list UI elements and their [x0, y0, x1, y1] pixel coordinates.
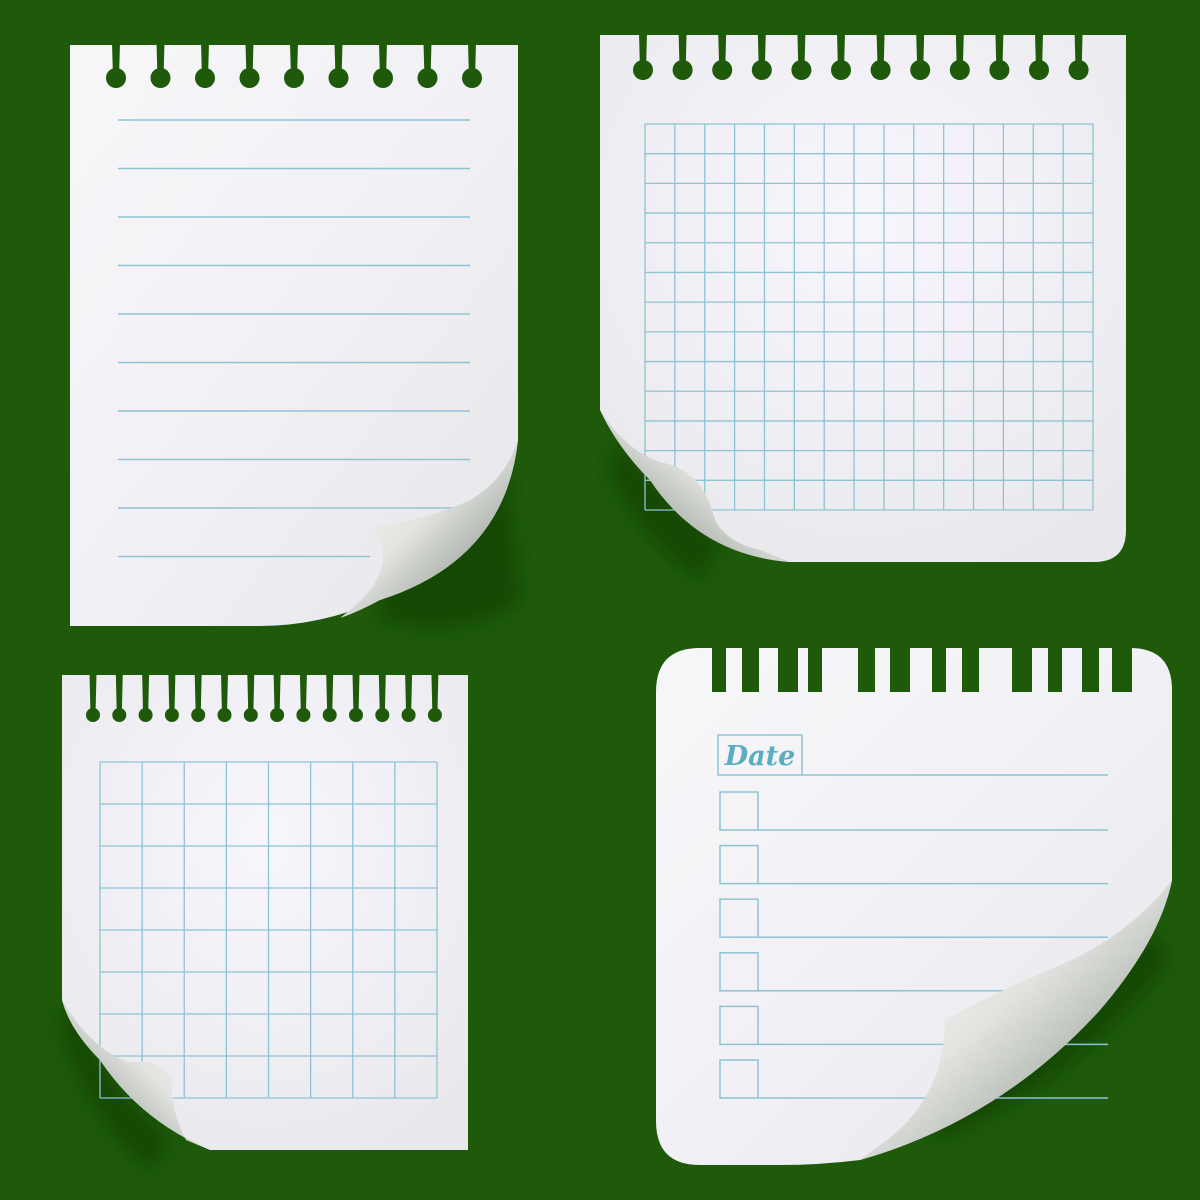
- binding-hole: [191, 708, 206, 722]
- binding-hole: [322, 708, 337, 722]
- binding-hole: [86, 708, 100, 722]
- torn-tab-gap: [890, 648, 910, 692]
- binding-hole: [375, 708, 390, 722]
- binding-hole: [217, 708, 232, 722]
- binding-hole: [401, 708, 416, 722]
- date-label: Date: [724, 741, 796, 772]
- large-grid-note: [600, 33, 1126, 580]
- binding-hole: [791, 60, 812, 80]
- torn-tab-gap: [1082, 648, 1099, 692]
- binding-hole: [284, 68, 304, 88]
- binding-hole: [462, 68, 482, 88]
- torn-tab-gap: [808, 648, 822, 692]
- notepad-illustration: Date: [0, 0, 1200, 1200]
- binding-hole: [243, 708, 258, 722]
- binding-hole: [989, 60, 1010, 80]
- binding-hole: [296, 708, 311, 722]
- lined-note: [70, 43, 520, 627]
- binding-hole: [349, 708, 363, 722]
- torn-tab-gap: [778, 648, 798, 692]
- small-grid-note: [60, 673, 468, 1170]
- binding-hole: [633, 60, 653, 80]
- lined-note-binding-holes: [106, 43, 482, 88]
- binding-hole: [270, 708, 285, 722]
- binding-hole: [1068, 60, 1089, 80]
- binding-hole: [417, 68, 438, 88]
- binding-hole: [712, 60, 733, 80]
- binding-hole: [949, 60, 970, 80]
- binding-hole: [138, 708, 153, 722]
- torn-tab-gap: [962, 648, 979, 692]
- binding-hole: [150, 68, 171, 88]
- binding-hole: [1029, 60, 1049, 80]
- binding-hole: [164, 708, 179, 722]
- binding-hole: [870, 60, 891, 80]
- torn-tab-gap: [1012, 648, 1032, 692]
- binding-hole: [239, 68, 260, 88]
- binding-hole: [106, 68, 126, 88]
- binding-hole: [751, 60, 772, 80]
- binding-hole: [328, 68, 349, 88]
- binding-hole: [195, 68, 215, 88]
- binding-hole: [831, 60, 851, 80]
- binding-hole: [427, 708, 442, 722]
- torn-tab-gap: [932, 648, 946, 692]
- torn-tab-gap: [858, 648, 875, 692]
- binding-hole: [112, 708, 127, 722]
- binding-hole: [672, 60, 693, 80]
- torn-tab-gap: [1048, 648, 1062, 692]
- torn-tab-gap: [1112, 648, 1132, 692]
- binding-hole: [373, 68, 393, 88]
- torn-tab-gap: [742, 648, 759, 692]
- binding-hole: [910, 60, 931, 80]
- torn-tab-gap: [712, 648, 726, 692]
